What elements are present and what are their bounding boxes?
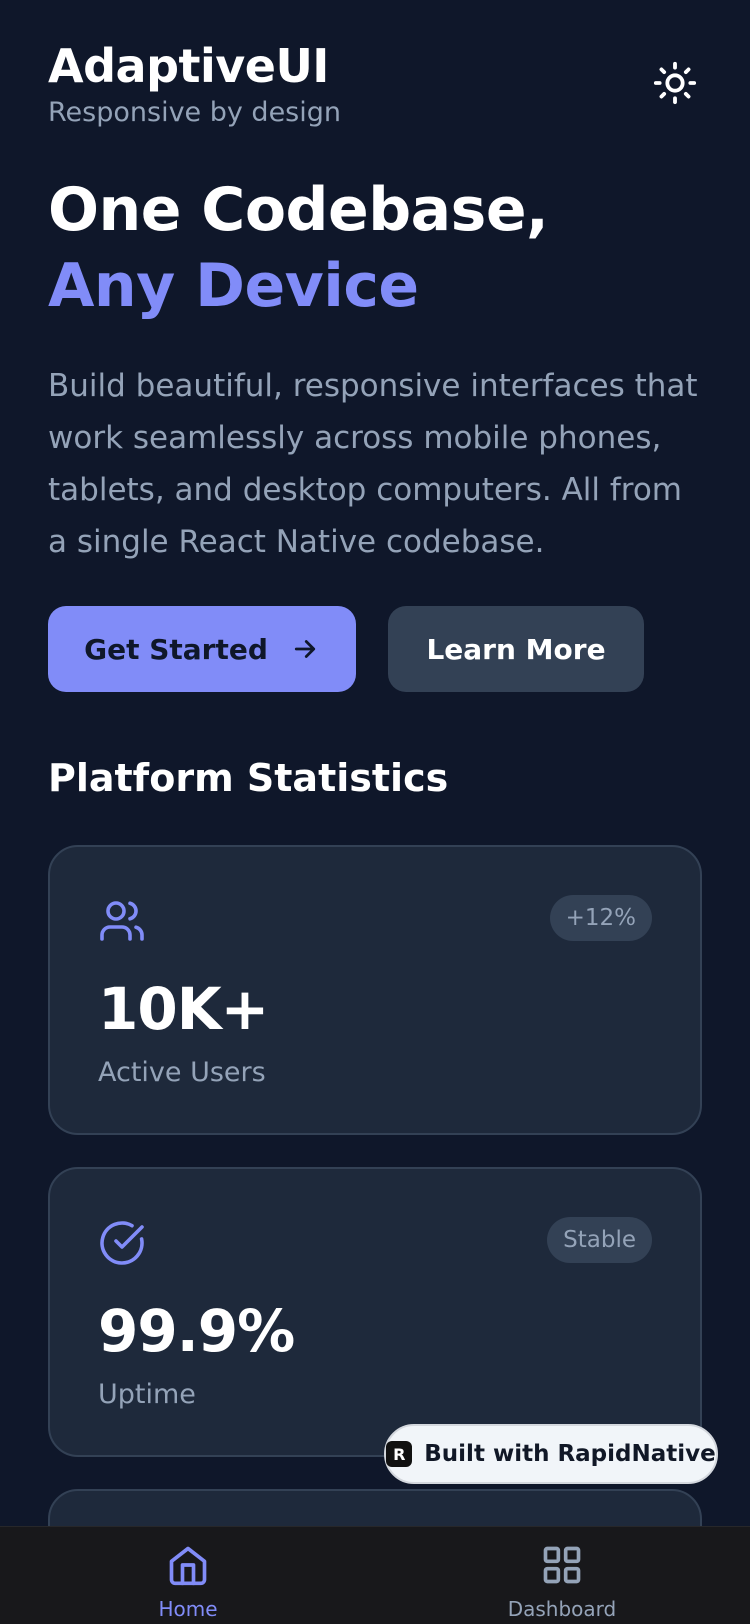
rapidnative-logo-icon: R <box>386 1441 413 1467</box>
stat-value: 10K+ <box>98 975 269 1043</box>
brand-header: AdaptiveUI Responsive by design <box>48 38 341 130</box>
hero-description: Build beautiful, responsive interfaces t… <box>48 368 698 560</box>
built-with-label: Built with RapidNative <box>424 1441 716 1467</box>
arrow-right-icon <box>294 640 316 658</box>
stat-badge: Stable <box>547 1217 652 1263</box>
bottom-tab-bar: Home Dashboard <box>0 1526 750 1624</box>
tab-home-label: Home <box>158 1597 218 1621</box>
hero-heading-line1: One Codebase, <box>48 175 549 245</box>
tab-home[interactable]: Home <box>88 1527 288 1624</box>
get-started-label: Get Started <box>84 632 268 666</box>
app-title: AdaptiveUI <box>48 39 329 93</box>
app-screen: AdaptiveUI Responsive by design One Code… <box>0 0 750 1624</box>
stat-value: 99.9% <box>98 1297 295 1365</box>
stat-card-users: +12% 10K+ Active Users <box>48 845 702 1135</box>
theme-toggle-button[interactable] <box>650 58 700 108</box>
get-started-button[interactable]: Get Started <box>48 606 356 692</box>
hero-buttons: Get Started Learn More <box>48 606 644 692</box>
hero-section: One Codebase, Any Device Build beautiful… <box>48 172 708 568</box>
check-circle-icon <box>100 1221 144 1265</box>
home-icon <box>169 1546 207 1586</box>
grid-icon <box>543 1546 581 1584</box>
app-subtitle: Responsive by design <box>48 97 342 128</box>
hero-heading-line2: Any Device <box>48 251 419 321</box>
sun-icon <box>653 61 697 105</box>
stat-label: Uptime <box>98 1379 196 1410</box>
tab-dashboard-label: Dashboard <box>507 1597 617 1621</box>
users-icon <box>100 901 144 941</box>
tab-dashboard[interactable]: Dashboard <box>462 1527 662 1624</box>
stat-badge: +12% <box>549 895 652 941</box>
learn-more-button[interactable]: Learn More <box>388 606 644 692</box>
stats-section-title: Platform Statistics <box>48 756 449 800</box>
stat-card-uptime: Stable 99.9% Uptime <box>48 1167 702 1457</box>
built-with-badge[interactable]: R Built with RapidNative <box>384 1424 718 1484</box>
stat-label: Active Users <box>98 1057 266 1088</box>
learn-more-label: Learn More <box>426 632 606 666</box>
